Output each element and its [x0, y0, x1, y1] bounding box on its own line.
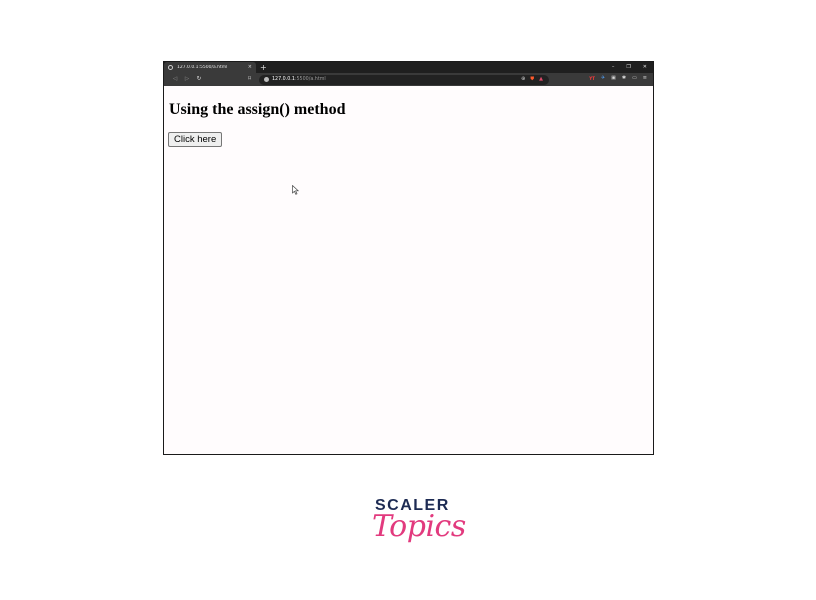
media-icon[interactable]: ▭: [632, 76, 637, 81]
restore-button[interactable]: ❐: [626, 65, 630, 70]
scaler-topics-logo: SCALER Topics: [360, 495, 466, 559]
puzzle-icon[interactable]: ✱: [622, 76, 626, 81]
new-tab-button[interactable]: +: [260, 63, 267, 72]
minimize-button[interactable]: –: [612, 65, 615, 70]
site-info-icon[interactable]: [264, 77, 269, 82]
address-host: 127.0.0.1: [272, 77, 295, 82]
mouse-cursor-icon: [292, 185, 300, 195]
window-controls: – ❐ ✕: [612, 62, 647, 73]
document-extension-icon[interactable]: ▣: [611, 76, 616, 81]
address-path: :5500/a.html: [294, 77, 326, 82]
brave-rewards-icon[interactable]: ▲: [539, 76, 543, 82]
vpn-extension-icon[interactable]: ✈: [601, 76, 605, 81]
browser-toolbar: ◁ ▷ ↻ ⌑ 127.0.0.1 :5500/a.html ⊕ ⛊ ▲ YT …: [164, 73, 653, 86]
tab-close-icon[interactable]: ×: [248, 65, 252, 70]
forward-button[interactable]: ▷: [181, 76, 193, 83]
close-window-button[interactable]: ✕: [643, 65, 647, 70]
logo-topics-text: Topics: [372, 509, 466, 544]
tab-active[interactable]: 127.0.0.1:5500/a.html ×: [164, 62, 256, 73]
bookmark-icon[interactable]: ⌑: [248, 76, 251, 82]
click-here-button[interactable]: Click here: [168, 132, 223, 147]
extensions-area: YT ✈ ▣ ✱ ▭ ≡: [589, 76, 647, 81]
brave-shield-icon[interactable]: ⛊: [530, 76, 534, 82]
zoom-icon[interactable]: ⊕: [521, 76, 525, 82]
tab-bar: 127.0.0.1:5500/a.html × + – ❐ ✕: [164, 62, 653, 73]
omnibox-actions: ⊕ ⛊ ▲: [521, 76, 543, 82]
browser-window: 127.0.0.1:5500/a.html × + – ❐ ✕ ◁ ▷ ↻ ⌑ …: [163, 61, 654, 455]
back-button[interactable]: ◁: [169, 76, 181, 83]
page-content: Using the assign() method Click here: [164, 86, 653, 454]
reload-button[interactable]: ↻: [193, 76, 205, 83]
address-bar[interactable]: 127.0.0.1 :5500/a.html ⊕ ⛊ ▲: [259, 74, 549, 85]
youtube-extension-icon[interactable]: YT: [589, 76, 595, 81]
menu-icon[interactable]: ≡: [643, 76, 647, 81]
page-heading: Using the assign() method: [169, 101, 346, 118]
globe-icon: [168, 65, 173, 70]
tab-title: 127.0.0.1:5500/a.html: [177, 65, 228, 70]
